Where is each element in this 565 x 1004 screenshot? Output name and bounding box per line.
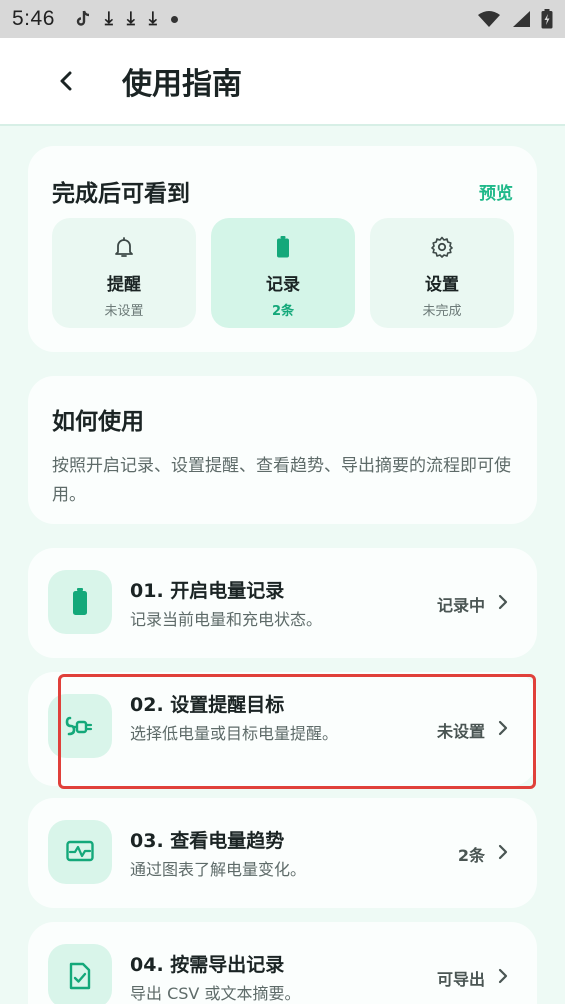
step-icon-box <box>48 944 112 1004</box>
howto-card: 如何使用 按照开启记录、设置提醒、查看趋势、导出摘要的流程即可使用。 <box>28 376 537 524</box>
chevron-right-icon <box>498 844 508 860</box>
step-title: 03. 查看电量趋势 <box>130 830 285 852</box>
chevron-right-icon <box>498 720 508 736</box>
document-check-icon <box>69 962 91 990</box>
download-icon: ⤓ <box>126 8 135 29</box>
step-description: 导出 CSV 或文本摘要。 <box>130 984 301 1003</box>
step-export-records[interactable]: 04. 按需导出记录 导出 CSV 或文本摘要。 可导出 <box>28 922 537 1004</box>
battery-charging-icon <box>541 9 553 29</box>
status-time: 5:46 <box>12 7 55 30</box>
signal-icon <box>513 11 530 27</box>
overview-card: 完成后可看到 预览 提醒 未设置 记录 2条 设置 未完成 <box>28 146 537 352</box>
download-icon: ⤓ <box>148 8 157 29</box>
charging-plug-icon <box>65 716 93 736</box>
battery-icon <box>277 236 289 258</box>
tile-records[interactable]: 记录 2条 <box>211 218 355 328</box>
step-status: 未设置 <box>436 722 485 741</box>
tiktok-icon <box>76 10 89 26</box>
tile-label: 记录 <box>266 275 300 295</box>
step-description: 选择低电量或目标电量提醒。 <box>130 724 339 743</box>
step-enable-recording[interactable]: 01. 开启电量记录 记录当前电量和充电状态。 记录中 <box>28 548 537 658</box>
step-status: 记录中 <box>436 596 485 615</box>
step-icon-box <box>48 570 112 634</box>
battery-icon <box>73 588 87 615</box>
gear-icon <box>431 236 453 258</box>
tile-sub: 未完成 <box>422 304 462 319</box>
more-notifications-dot-icon <box>170 15 178 23</box>
step-set-reminder[interactable]: 02. 设置提醒目标 选择低电量或目标电量提醒。 未设置 <box>28 672 537 786</box>
tile-sub: 2条 <box>271 304 295 319</box>
download-icon: ⤓ <box>104 8 113 29</box>
app-bar: 使用指南 <box>0 38 565 126</box>
step-description: 通过图表了解电量变化。 <box>130 860 307 879</box>
tile-settings[interactable]: 设置 未完成 <box>370 218 514 328</box>
chevron-right-icon <box>498 594 508 610</box>
tile-sub: 未设置 <box>104 304 144 319</box>
bell-icon <box>115 237 133 257</box>
tile-label: 设置 <box>425 275 459 295</box>
step-status: 2条 <box>457 846 485 865</box>
back-button[interactable] <box>36 51 96 111</box>
step-title: 02. 设置提醒目标 <box>130 694 285 716</box>
status-bar: 5:46 ⤓ ⤓ ⤓ <box>0 0 565 38</box>
wifi-icon <box>478 11 500 27</box>
step-view-trends[interactable]: 03. 查看电量趋势 通过图表了解电量变化。 2条 <box>28 798 537 908</box>
howto-description: 按照开启记录、设置提醒、查看趋势、导出摘要的流程即可使用。 <box>52 456 511 505</box>
step-icon-box <box>48 694 112 758</box>
howto-title: 如何使用 <box>52 409 144 435</box>
tile-reminder[interactable]: 提醒 未设置 <box>52 218 196 328</box>
overview-title: 完成后可看到 <box>52 181 190 207</box>
notification-icons: ⤓ ⤓ ⤓ <box>75 10 178 28</box>
step-title: 04. 按需导出记录 <box>130 954 285 976</box>
chevron-right-icon <box>498 968 508 984</box>
system-icons <box>477 9 553 29</box>
tile-label: 提醒 <box>107 275 141 295</box>
step-status: 可导出 <box>436 970 485 989</box>
step-title: 01. 开启电量记录 <box>130 580 285 602</box>
trend-chart-icon <box>66 840 94 862</box>
chevron-left-icon <box>60 71 72 91</box>
page-title: 使用指南 <box>122 67 242 102</box>
step-description: 记录当前电量和充电状态。 <box>130 610 323 629</box>
preview-link[interactable]: 预览 <box>479 179 513 204</box>
step-icon-box <box>48 820 112 884</box>
